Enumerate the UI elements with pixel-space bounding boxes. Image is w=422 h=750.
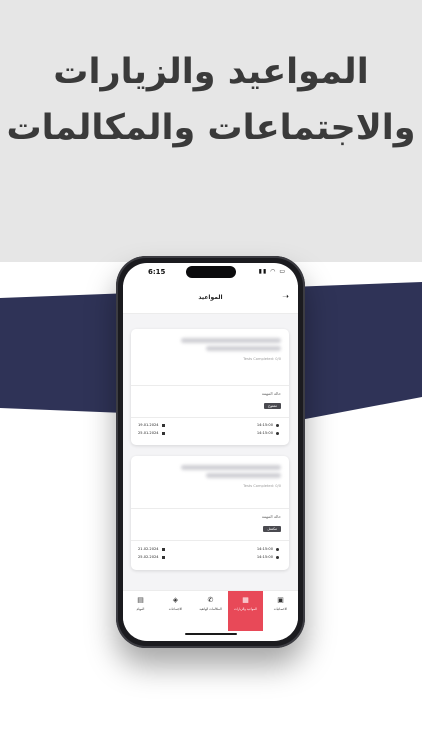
start-date: 19.01.2024	[138, 423, 165, 427]
end-time: 14:15:00	[257, 431, 279, 435]
app-bar: المواعيد ➝	[123, 285, 298, 314]
start-date-value: 21.02.2024	[138, 547, 159, 551]
nav-label: المكالمات الهاتفية	[199, 607, 222, 611]
start-time-value: 14:15:00	[256, 547, 273, 551]
nav-item-tasks[interactable]: ▤ المهام	[123, 591, 158, 631]
end-date: 25.02.2024	[138, 555, 165, 559]
nav-item-appointments[interactable]: ▦ المواعيد والزيارات	[228, 591, 263, 631]
appointment-card[interactable]: Tests Completed: 0/0 حالة المهمة مكتمل 2…	[131, 456, 289, 570]
start-time: 14:15:00	[257, 547, 279, 551]
calendar-icon	[161, 423, 165, 427]
status-badge: مكتمل	[263, 526, 281, 532]
promo-headline-line2: والاجتماعات والمكالمات	[6, 108, 416, 148]
nav-item-stats[interactable]: ▣ الاحصائيات	[263, 591, 298, 631]
home-indicator	[185, 633, 237, 635]
nav-label: الاجتماعات	[168, 607, 183, 611]
status-icons: ▮▮ ◠ ▭	[258, 268, 286, 275]
clock-icon	[276, 423, 279, 427]
nav-item-calls[interactable]: ✆ المكالمات الهاتفية	[193, 591, 228, 631]
status-time: 6:15	[148, 268, 166, 276]
divider	[131, 385, 289, 386]
redacted-subtitle	[206, 473, 281, 478]
appointment-card[interactable]: Tests Completed: 0/0 حالة المهمة مفتوح 1…	[131, 329, 289, 445]
status-badge: مفتوح	[263, 403, 281, 409]
calendar-icon	[161, 547, 165, 551]
nav-label: المواعيد والزيارات	[234, 607, 257, 611]
nav-item-meetings[interactable]: ◈ الاجتماعات	[158, 591, 193, 631]
bottom-nav: ▣ الاحصائيات ▦ المواعيد والزيارات ✆ المك…	[123, 590, 298, 631]
task-status-label: حالة المهمة	[261, 514, 281, 519]
calendar-icon: ▦	[242, 596, 249, 604]
handshake-icon: ◈	[172, 596, 179, 604]
tests-completed: Tests Completed: 0/0	[243, 357, 281, 361]
calendar-icon	[161, 555, 165, 559]
redacted-subtitle	[206, 346, 281, 351]
start-time-value: 14:15:00	[256, 423, 273, 427]
phone-screen: 6:15 ▮▮ ◠ ▭ المواعيد ➝ Tests Completed: …	[123, 263, 298, 641]
clock-icon	[276, 431, 279, 435]
divider	[131, 540, 289, 541]
end-date: 25.01.2024	[138, 431, 165, 435]
tasks-icon: ▤	[137, 596, 144, 604]
tests-completed: Tests Completed: 0/0	[243, 484, 281, 488]
appointments-list[interactable]: Tests Completed: 0/0 حالة المهمة مفتوح 1…	[123, 314, 298, 590]
page-title: المواعيد	[198, 294, 223, 301]
divider	[131, 417, 289, 418]
phone-frame: 6:15 ▮▮ ◠ ▭ المواعيد ➝ Tests Completed: …	[116, 256, 305, 648]
end-time: 14:15:00	[257, 555, 279, 559]
task-status-label: حالة المهمة	[261, 391, 281, 396]
stats-icon: ▣	[277, 596, 284, 604]
clock-icon	[276, 555, 279, 559]
divider	[131, 508, 289, 509]
nav-label: الاحصائيات	[273, 607, 288, 611]
start-date: 21.02.2024	[138, 547, 165, 551]
redacted-title	[181, 465, 281, 470]
start-date-value: 19.01.2024	[138, 423, 159, 427]
end-time-value: 14:15:00	[256, 555, 273, 559]
end-date-value: 25.02.2024	[138, 555, 159, 559]
end-time-value: 14:15:00	[256, 431, 273, 435]
calendar-icon	[161, 431, 165, 435]
start-time: 14:15:00	[257, 423, 279, 427]
dynamic-island	[186, 266, 236, 278]
promo-headline-line1: المواعيد والزيارات	[53, 52, 369, 92]
nav-label: المهام	[136, 607, 145, 611]
clock-icon	[276, 547, 279, 551]
redacted-title	[181, 338, 281, 343]
end-date-value: 25.01.2024	[138, 431, 159, 435]
phone-icon: ✆	[207, 596, 214, 604]
arrow-right-icon[interactable]: ➝	[282, 292, 289, 301]
